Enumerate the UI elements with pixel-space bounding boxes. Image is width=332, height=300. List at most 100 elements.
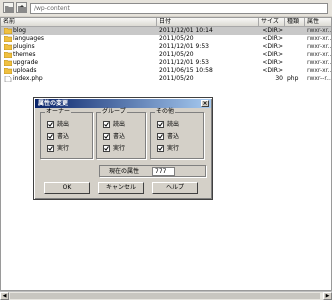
file-date: 2011/06/15 10:58 <box>159 67 213 74</box>
folder-open-icon <box>5 6 13 12</box>
dialog-title: 属性の変更 × <box>35 99 211 108</box>
file-attr: rwxr--r... <box>307 75 332 82</box>
file-name: index.php <box>13 75 43 82</box>
horizontal-scrollbar[interactable]: ◀ ▶ <box>0 291 332 300</box>
file-attr: rwxr-xr... <box>307 27 332 34</box>
file-size: <DIR> <box>262 43 283 50</box>
file-type <box>287 43 303 51</box>
folder-icon <box>4 68 12 74</box>
permission-checkbox[interactable] <box>157 133 164 140</box>
file-size: <DIR> <box>262 51 283 58</box>
file-name: languages <box>13 35 45 42</box>
permission-checkbox[interactable] <box>103 133 110 140</box>
file-size: <DIR> <box>262 27 283 34</box>
column-header: 名前 日付 サイズ 種類 属性 <box>1 18 331 27</box>
scroll-thumb[interactable] <box>10 293 320 299</box>
current-attribute-box: 現在の属性 777 <box>99 165 206 177</box>
check-icon <box>158 122 163 127</box>
help-button[interactable]: ヘルプ <box>152 182 198 194</box>
permission-checkbox[interactable] <box>157 145 164 152</box>
check-icon <box>104 134 109 139</box>
file-name: upgrade <box>13 59 39 66</box>
folder-icon <box>4 28 12 34</box>
file-name: blog <box>13 27 26 34</box>
check-icon <box>104 122 109 127</box>
column-name[interactable]: 名前 <box>1 18 157 26</box>
file-row[interactable]: plugins 2011/12/01 9:53 <DIR> rwxr-xr... <box>1 43 331 51</box>
file-attr: rwxr-xr... <box>307 67 332 74</box>
group-label: その他 <box>155 108 176 116</box>
file-date: 2011/12/01 10:14 <box>159 27 213 34</box>
file-icon <box>4 76 12 82</box>
permission-group: その他 読出 書込 実行 <box>150 108 204 159</box>
column-size[interactable]: サイズ <box>259 18 285 26</box>
permission-label: 読出 <box>57 121 70 128</box>
permission-label: 読出 <box>113 121 126 128</box>
file-type <box>287 67 303 75</box>
arrow-right-icon: ▶ <box>325 293 330 299</box>
folder-icon <box>4 36 12 42</box>
file-type <box>287 35 303 43</box>
permission-label: 実行 <box>57 145 70 152</box>
folder-open-button[interactable] <box>3 2 14 13</box>
folder-icon <box>4 44 12 50</box>
permission-group: グループ 読出 書込 実行 <box>96 108 146 159</box>
folder-icon <box>4 60 12 66</box>
permission-checkbox[interactable] <box>47 121 54 128</box>
permission-checkbox[interactable] <box>103 121 110 128</box>
check-icon <box>158 134 163 139</box>
ok-button[interactable]: OK <box>44 182 90 194</box>
path-input[interactable]: /wp-content <box>30 3 328 14</box>
file-type <box>287 51 303 59</box>
check-icon <box>48 146 53 151</box>
dialog-title-text: 属性の変更 <box>38 100 69 107</box>
check-icon <box>104 146 109 151</box>
file-type: php <box>287 75 299 82</box>
file-name: uploads <box>13 67 37 74</box>
column-date[interactable]: 日付 <box>157 18 259 26</box>
file-date: 2011/05/20 <box>159 35 194 42</box>
file-date: 2011/12/01 9:53 <box>159 59 209 66</box>
file-attr: rwxr-xr... <box>307 51 332 58</box>
file-date: 2011/12/01 9:53 <box>159 43 209 50</box>
folder-icon <box>4 52 12 58</box>
file-row[interactable]: upgrade 2011/12/01 9:53 <DIR> rwxr-xr... <box>1 59 331 67</box>
file-size: 30 <box>275 75 283 82</box>
permission-group: オーナー 読出 書込 実行 <box>40 108 93 159</box>
toolbar: /wp-content <box>0 0 332 16</box>
column-attr[interactable]: 属性 <box>305 18 331 26</box>
file-size: <DIR> <box>262 59 283 66</box>
file-date: 2011/05/20 <box>159 75 194 82</box>
check-icon <box>158 146 163 151</box>
file-attr: rwxr-xr... <box>307 35 332 42</box>
file-row[interactable]: blog 2011/12/01 10:14 <DIR> rwxr-xr... <box>1 27 331 35</box>
permission-checkbox[interactable] <box>47 133 54 140</box>
permission-checkbox[interactable] <box>47 145 54 152</box>
close-button[interactable]: × <box>201 100 209 107</box>
permission-checkbox[interactable] <box>157 121 164 128</box>
file-row[interactable]: themes 2011/05/20 <DIR> rwxr-xr... <box>1 51 331 59</box>
check-icon <box>48 134 53 139</box>
file-type <box>287 59 303 67</box>
file-attr: rwxr-xr... <box>307 43 332 50</box>
permission-checkbox[interactable] <box>103 145 110 152</box>
up-folder-button[interactable] <box>16 2 27 13</box>
permission-label: 書込 <box>167 133 180 140</box>
file-row[interactable]: index.php 2011/05/20 30 php rwxr--r... <box>1 75 331 83</box>
file-row[interactable]: languages 2011/05/20 <DIR> rwxr-xr... <box>1 35 331 43</box>
scroll-left-button[interactable]: ◀ <box>0 292 9 300</box>
permission-label: 実行 <box>113 145 126 152</box>
file-size: <DIR> <box>262 67 283 74</box>
up-folder-icon <box>18 5 26 12</box>
file-row[interactable]: uploads 2011/06/15 10:58 <DIR> rwxr-xr... <box>1 67 331 75</box>
group-label: グループ <box>101 108 127 116</box>
current-attribute-input[interactable]: 777 <box>152 167 175 176</box>
arrow-left-icon: ◀ <box>2 293 7 299</box>
scroll-right-button[interactable]: ▶ <box>323 292 332 300</box>
file-date: 2011/05/20 <box>159 51 194 58</box>
permission-label: 読出 <box>167 121 180 128</box>
cancel-button[interactable]: キャンセル <box>98 182 144 194</box>
column-type[interactable]: 種類 <box>285 18 305 26</box>
current-attribute-label: 現在の属性 <box>109 168 140 175</box>
permission-label: 書込 <box>57 133 70 140</box>
